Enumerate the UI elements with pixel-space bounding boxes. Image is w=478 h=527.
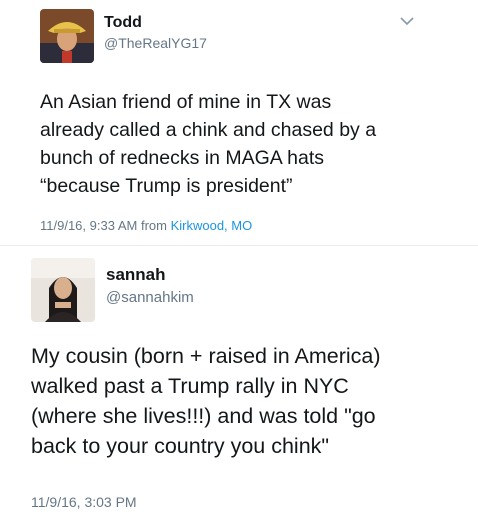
location-link[interactable]: Kirkwood, MO — [171, 218, 253, 233]
user-handle[interactable]: @sannahkim — [106, 289, 194, 306]
timestamp[interactable]: 11/9/16, 9:33 AM — [40, 218, 137, 233]
tweet: Todd @TheRealYG17 An Asian friend of min… — [0, 0, 478, 245]
chevron-down-icon[interactable] — [400, 16, 414, 26]
user-handle[interactable]: @TheRealYG17 — [104, 35, 207, 51]
tweet-meta: 11/9/16, 9:33 AM from Kirkwood, MO — [40, 218, 252, 233]
avatar[interactable] — [40, 9, 94, 63]
tweet-meta: 11/9/16, 3:03 PM — [31, 494, 137, 510]
tweet-text: An Asian friend of mine in TX was alread… — [40, 91, 377, 197]
timestamp[interactable]: 11/9/16, 3:03 PM — [31, 494, 137, 510]
user-name[interactable]: sannah — [106, 265, 166, 285]
tweet-text: My cousin (born + raised in America) wal… — [31, 344, 381, 458]
user-name[interactable]: Todd — [104, 14, 142, 32]
from-label: from — [140, 218, 167, 233]
tweet: sannah @sannahkim My cousin (born + rais… — [0, 245, 478, 527]
avatar[interactable] — [31, 258, 95, 322]
